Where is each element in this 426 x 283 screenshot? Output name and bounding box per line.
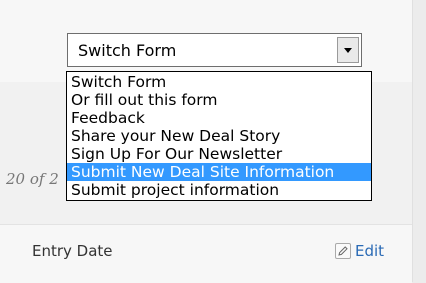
form-switcher-select[interactable]: Switch Form (67, 33, 362, 67)
option-submit-project[interactable]: Submit project information (67, 181, 371, 199)
chevron-down-icon[interactable] (337, 37, 359, 63)
pencil-icon (335, 243, 351, 259)
option-submit-deal-site[interactable]: Submit New Deal Site Information (67, 163, 371, 181)
edit-button[interactable]: Edit (335, 242, 384, 260)
option-share-story[interactable]: Share your New Deal Story (67, 127, 371, 145)
option-switch-form[interactable]: Switch Form (67, 73, 371, 91)
edit-label: Edit (355, 242, 385, 260)
entry-date-label: Entry Date (32, 242, 113, 260)
option-newsletter[interactable]: Sign Up For Our Newsletter (67, 145, 371, 163)
entry-count: 20 of 2 (6, 170, 59, 188)
form-switcher-value: Switch Form (78, 41, 177, 60)
option-fill-out-form[interactable]: Or fill out this form (67, 91, 371, 109)
form-switcher-dropdown: Switch Form Or fill out this form Feedba… (66, 71, 372, 201)
option-feedback[interactable]: Feedback (67, 109, 371, 127)
